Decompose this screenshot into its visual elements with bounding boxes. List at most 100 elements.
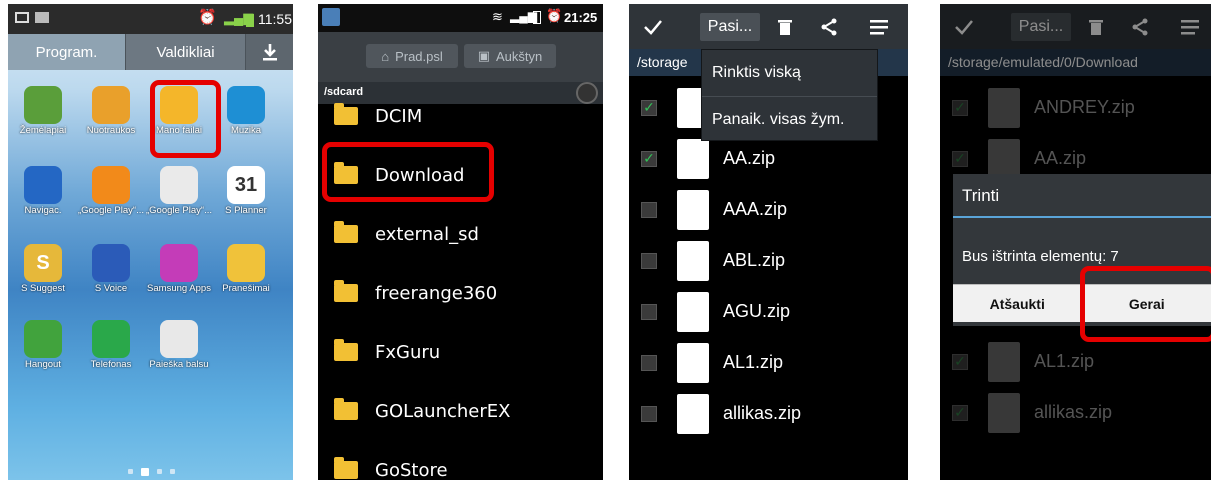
download-icon[interactable] <box>245 34 293 70</box>
folder-icon <box>334 103 358 125</box>
menu-item-select-all[interactable]: Rinktis viską <box>702 50 877 96</box>
app-label: Žemėlapiai <box>19 125 67 136</box>
app-label: „Google Play“... <box>146 205 212 216</box>
voice-search-icon <box>160 320 198 358</box>
app-label: S Voice <box>94 283 128 294</box>
checkbox-checked[interactable]: ✓ <box>641 99 657 116</box>
file-row[interactable]: allikas.zip <box>629 388 908 439</box>
app-label: Telefonas <box>90 359 132 370</box>
checkbox[interactable] <box>641 303 657 320</box>
file-row[interactable]: ABL.zip <box>629 235 908 286</box>
folder-up-icon: ▣ <box>477 48 491 63</box>
checkbox[interactable] <box>641 201 657 218</box>
app-envelope[interactable]: Pranešimai <box>213 244 279 294</box>
menu-icon[interactable] <box>861 4 897 49</box>
file-name: ABL.zip <box>723 250 786 270</box>
app-navigation[interactable]: Navigac. <box>10 166 76 216</box>
folder-icon <box>334 457 358 479</box>
up-button[interactable]: ▣ Aukštyn <box>464 44 556 68</box>
file-row[interactable]: AGU.zip <box>629 286 908 337</box>
app-photos[interactable]: Nuotraukos <box>78 86 144 136</box>
app-microphone[interactable]: S Voice <box>78 244 144 294</box>
folder-icon <box>334 339 358 361</box>
file-row[interactable]: AAA.zip <box>629 184 908 235</box>
envelope-icon <box>227 244 265 282</box>
checkbox-checked[interactable]: ✓ <box>641 150 657 167</box>
dialog-title: Trinti <box>953 174 1211 218</box>
page-dot <box>157 469 162 474</box>
dialog-message: Bus ištrinta elementų: 7 <box>962 248 1119 265</box>
folder-row[interactable]: FxGuru <box>318 322 603 382</box>
app-label: S Planner <box>225 205 267 216</box>
folder-row[interactable]: Download <box>318 145 603 205</box>
google-play-music-icon <box>92 166 130 204</box>
file-name: AGU.zip <box>723 301 791 321</box>
select-menu: Rinktis viską Panaik. visas žym. <box>701 49 878 141</box>
alarm-icon: ⏰ <box>198 9 217 26</box>
folder-row[interactable]: DCIM <box>318 86 603 146</box>
checkbox[interactable] <box>641 354 657 371</box>
page-dot <box>128 469 133 474</box>
battery-icon <box>246 14 254 27</box>
app-label: S Suggest <box>21 283 65 294</box>
photos-icon <box>92 86 130 124</box>
app-samsung-apps[interactable]: Samsung Apps <box>146 244 212 294</box>
folder-row[interactable]: GoStore <box>318 440 603 480</box>
folder-row[interactable]: freerange360 <box>318 263 603 323</box>
google-play-store-icon <box>160 166 198 204</box>
app-hangouts[interactable]: Hangout <box>10 320 76 370</box>
app-drawer-tabs: Program. Valdikliai <box>8 34 293 70</box>
select-dropdown[interactable]: Pasi... <box>699 4 761 49</box>
ok-button[interactable]: Gerai <box>1081 284 1211 322</box>
file-name: AAA.zip <box>723 199 788 219</box>
cancel-button[interactable]: Atšaukti <box>953 284 1082 322</box>
zip-file-icon <box>677 342 709 383</box>
folder-row[interactable]: GOLauncherEX <box>318 381 603 441</box>
checkbox[interactable] <box>641 252 657 269</box>
zip-file-icon <box>677 138 709 179</box>
delete-dialog-screen: Pasi... /storage/emulated/0/Download ✓ AN… <box>940 4 1211 480</box>
status-bar: ≋ ▂▄▆ ⏰ 21:25 <box>318 4 603 32</box>
tab-widgets[interactable]: Valdikliai <box>125 34 245 70</box>
s-suggest-icon: S <box>24 244 62 282</box>
samsung-apps-icon <box>160 244 198 282</box>
app-phone[interactable]: Telefonas <box>78 320 144 370</box>
folder-name: GoStore <box>375 459 448 481</box>
app-google-play-store[interactable]: „Google Play“... <box>146 166 212 216</box>
folder-name: DCIM <box>375 105 423 127</box>
share-icon[interactable] <box>811 4 847 49</box>
app-calendar[interactable]: 31 S Planner <box>213 166 279 216</box>
delete-icon[interactable] <box>767 4 803 49</box>
zip-file-icon <box>677 393 709 434</box>
app-maps[interactable]: Žemėlapiai <box>10 86 76 136</box>
file-name: AA.zip <box>723 148 776 168</box>
hangouts-icon <box>24 320 62 358</box>
folder-name: Download <box>375 164 465 186</box>
app-label: Pranešimai <box>222 283 270 294</box>
home-button-label: Prad.psl <box>395 48 443 64</box>
home-button[interactable]: ⌂ Prad.psl <box>366 44 458 68</box>
delete-dialog: Trinti Bus ištrinta elementų: 7 Atšaukti… <box>953 174 1211 326</box>
app-my-files[interactable]: Mano failai <box>146 86 212 136</box>
folder-icon <box>334 398 358 420</box>
confirm-check-icon[interactable] <box>635 4 671 49</box>
selection-screen: Pasi... /storage ✓ANDREY.zip✓AA.zipAAA.z… <box>629 4 908 480</box>
tab-programs[interactable]: Program. <box>8 34 125 70</box>
file-name: AL1.zip <box>723 352 784 372</box>
checkbox[interactable] <box>641 405 657 422</box>
app-label: Samsung Apps <box>147 283 211 294</box>
app-s-suggest[interactable]: SS Suggest <box>10 244 76 294</box>
alarm-icon: ⏰ <box>546 8 563 23</box>
app-google-play-music[interactable]: „Google Play“... <box>78 166 144 216</box>
menu-item-deselect-all[interactable]: Panaik. visas žym. <box>702 96 877 142</box>
file-manager-screen: ≋ ▂▄▆ ⏰ 21:25 ⌂ Prad.psl ▣ Aukštyn /sdca… <box>318 4 603 480</box>
app-label: Muzika <box>230 125 262 136</box>
app-voice-search[interactable]: Paieška balsu <box>146 320 212 370</box>
file-row[interactable]: AL1.zip <box>629 337 908 388</box>
folder-icon <box>334 162 358 184</box>
gallery-notification-icon <box>15 12 29 23</box>
app-label: Mano failai <box>156 125 202 136</box>
app-music[interactable]: Muzika <box>213 86 279 136</box>
folder-row[interactable]: external_sd <box>318 204 603 264</box>
app-label: „Google Play“... <box>78 205 144 216</box>
